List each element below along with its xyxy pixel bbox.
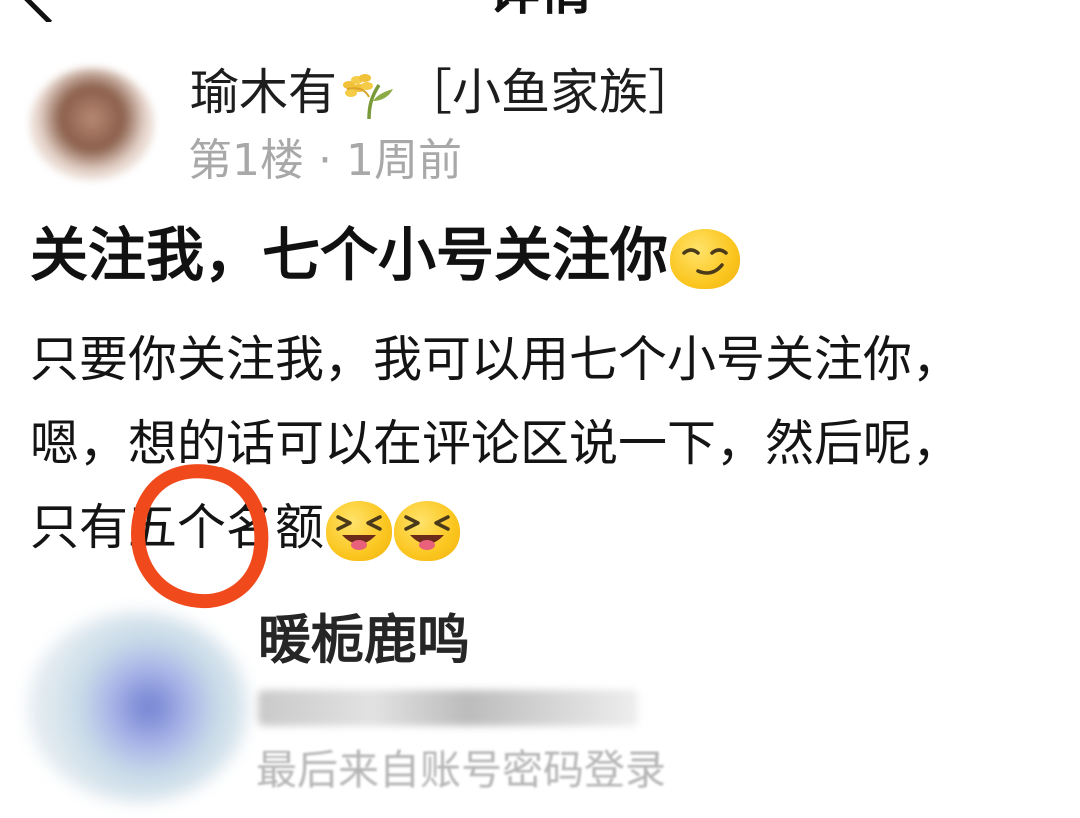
post-meta: 第1楼 · 1周前 xyxy=(188,135,462,187)
blurred-comment-text xyxy=(258,690,638,726)
wheat-icon xyxy=(339,71,397,121)
post-title: 关注我，七个小号关注你 xyxy=(30,220,741,290)
commenter-name[interactable]: 暖栀鹿鸣 xyxy=(258,608,470,674)
author-group-tag: ［小鱼家族］ xyxy=(403,64,698,121)
commenter-avatar[interactable] xyxy=(28,612,248,802)
login-source-text: 最后来自账号密码登录 xyxy=(256,746,666,794)
page-title: 详情 xyxy=(0,0,1080,18)
meta-separator: · xyxy=(318,135,332,186)
author-name-row[interactable]: 瑜木有 ［小鱼家族］ xyxy=(190,63,697,123)
laughing-emoji-icon xyxy=(394,500,461,561)
author-avatar[interactable] xyxy=(30,68,154,180)
floor-label: 第1楼 xyxy=(188,135,304,186)
author-name[interactable]: 瑜木有 xyxy=(190,64,337,121)
top-bar: 详情 xyxy=(0,0,1080,22)
laughing-emoji-icon xyxy=(326,500,393,561)
body-line-1: 只要你关注我，我可以用七个小号关注你， xyxy=(30,331,962,388)
post-title-text: 关注我，七个小号关注你 xyxy=(30,221,669,289)
smirk-emoji-icon xyxy=(670,228,741,289)
post-time: 1周前 xyxy=(346,135,462,186)
red-annotation-circle xyxy=(130,464,269,608)
